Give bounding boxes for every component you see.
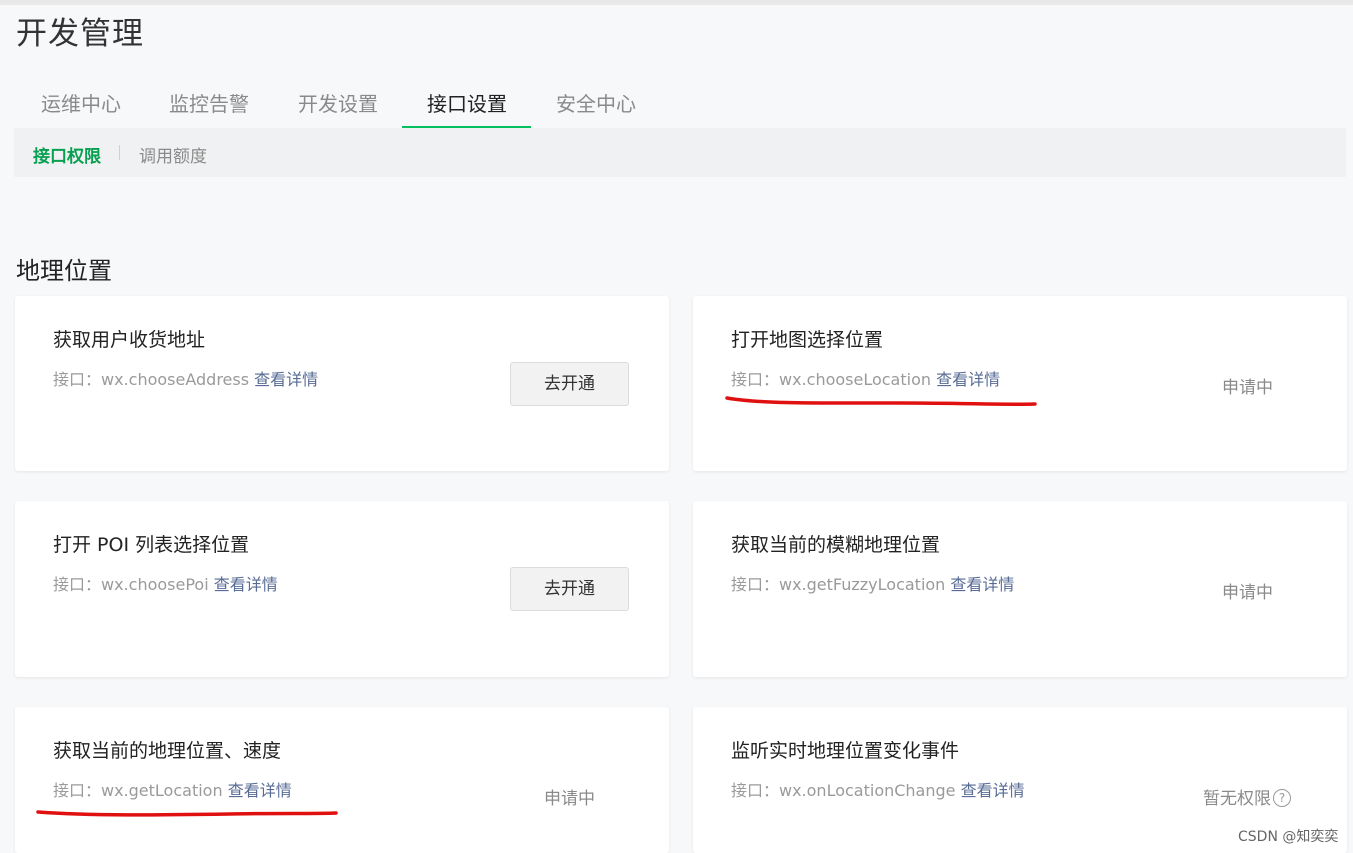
status-text: 申请中 (1222, 378, 1273, 398)
card-title: 获取当前的模糊地理位置 (731, 534, 941, 556)
api-name: 接口：wx.choosePoi (53, 575, 209, 594)
page-title: 开发管理 (16, 16, 144, 52)
view-details-link[interactable]: 查看详情 (936, 370, 1000, 389)
tab-interface-settings[interactable]: 接口设置 (427, 88, 507, 117)
top-border (0, 0, 1353, 5)
card-title: 打开地图选择位置 (731, 329, 884, 351)
api-name: 接口：wx.chooseLocation (731, 370, 932, 389)
sub-tabs: 接口权限 调用额度 (14, 128, 1346, 177)
card-api: 接口：wx.onLocationChange 查看详情 (731, 777, 1025, 801)
status-label: 暂无权限 (1203, 789, 1271, 809)
card-api: 接口：wx.getFuzzyLocation 查看详情 (731, 571, 1014, 595)
card-title: 获取当前的地理位置、速度 (53, 740, 282, 762)
view-details-link[interactable]: 查看详情 (950, 575, 1014, 594)
card-title: 获取用户收货地址 (53, 329, 206, 351)
question-circle-icon[interactable]: ? (1273, 789, 1291, 807)
tab-ops-center[interactable]: 运维中心 (41, 88, 121, 117)
subtab-interface-permissions[interactable]: 接口权限 (33, 142, 101, 167)
api-name: 接口：wx.getLocation (53, 781, 223, 800)
api-card: 获取用户收货地址 接口：wx.chooseAddress 查看详情 去开通 (15, 296, 669, 471)
view-details-link[interactable]: 查看详情 (228, 781, 292, 800)
tab-dev-settings[interactable]: 开发设置 (298, 88, 378, 117)
card-title: 打开 POI 列表选择位置 (53, 534, 250, 556)
tab-monitoring-alerts[interactable]: 监控告警 (169, 88, 249, 117)
section-title: 地理位置 (16, 257, 112, 285)
card-api: 接口：wx.getLocation 查看详情 (53, 777, 292, 801)
api-card: 打开 POI 列表选择位置 接口：wx.choosePoi 查看详情 去开通 (15, 501, 669, 677)
card-api: 接口：wx.chooseLocation 查看详情 (731, 366, 1000, 390)
subtab-call-quota[interactable]: 调用额度 (139, 142, 207, 167)
card-title: 监听实时地理位置变化事件 (731, 740, 960, 762)
api-card: 打开地图选择位置 接口：wx.chooseLocation 查看详情 申请中 (693, 296, 1347, 471)
api-card: 获取当前的地理位置、速度 接口：wx.getLocation 查看详情 申请中 (15, 707, 669, 853)
api-name: 接口：wx.getFuzzyLocation (731, 575, 946, 594)
api-name: 接口：wx.chooseAddress (53, 370, 250, 389)
api-card: 获取当前的模糊地理位置 接口：wx.getFuzzyLocation 查看详情 … (693, 501, 1347, 677)
api-name: 接口：wx.onLocationChange (731, 781, 956, 800)
status-text: 申请中 (544, 789, 595, 809)
view-details-link[interactable]: 查看详情 (961, 781, 1025, 800)
card-api: 接口：wx.choosePoi 查看详情 (53, 571, 278, 595)
enable-button[interactable]: 去开通 (510, 362, 629, 406)
tab-security-center[interactable]: 安全中心 (556, 88, 636, 117)
subtab-divider (119, 145, 120, 160)
card-api: 接口：wx.chooseAddress 查看详情 (53, 366, 318, 390)
view-details-link[interactable]: 查看详情 (214, 575, 278, 594)
status-text: 申请中 (1222, 583, 1273, 603)
main-tabs: 运维中心 监控告警 开发设置 接口设置 安全中心 (14, 74, 1346, 129)
enable-button[interactable]: 去开通 (510, 567, 629, 611)
watermark: CSDN @知奕奕 (1238, 829, 1339, 845)
status-text: 暂无权限? (1203, 784, 1291, 809)
view-details-link[interactable]: 查看详情 (254, 370, 318, 389)
